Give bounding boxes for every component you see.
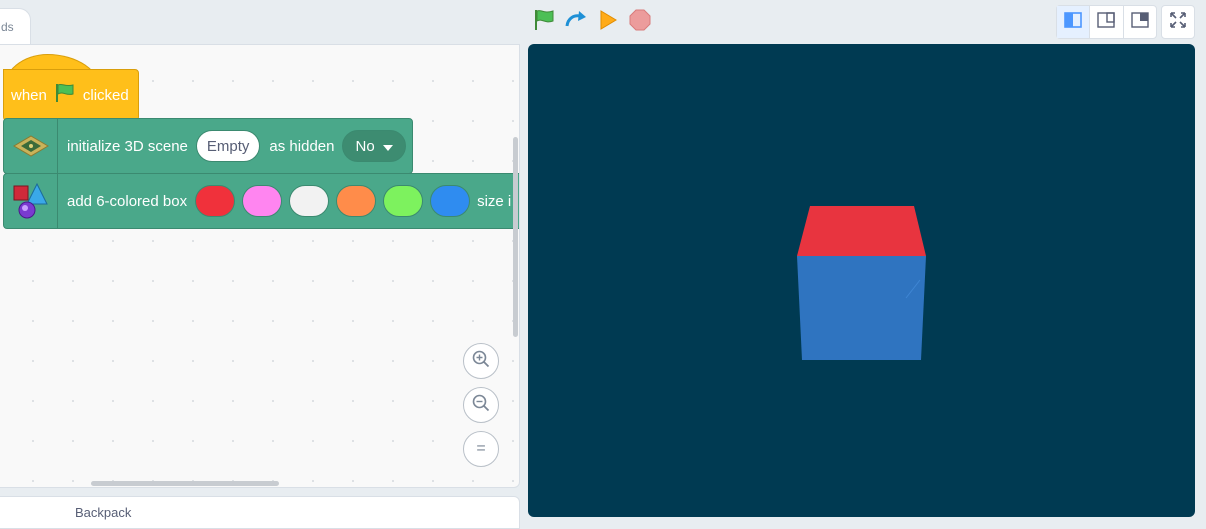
editor-tab[interactable]: ds (0, 8, 31, 45)
fullscreen-button[interactable] (1161, 5, 1195, 39)
face-color-4-picker[interactable] (336, 185, 377, 217)
face-color-1-picker[interactable] (195, 185, 236, 217)
turbo-button[interactable] (564, 10, 588, 34)
code-workspace[interactable]: when clicked initialize 3D scene Empty a… (0, 44, 520, 488)
stop-octagon-icon (629, 9, 651, 36)
green-flag-icon (54, 82, 76, 108)
cube-top-face (797, 206, 926, 256)
small-stage-button[interactable] (1057, 6, 1091, 38)
size-label: size i (477, 192, 512, 210)
large-stage-button[interactable] (1124, 6, 1156, 38)
backpack-label: Backpack (75, 505, 132, 520)
initialize-scene-label: initialize 3D scene (67, 137, 188, 155)
zoom-out-icon (472, 394, 490, 417)
zoom-reset-icon: = (476, 440, 486, 457)
clicked-label: clicked (82, 86, 129, 104)
normal-stage-button[interactable] (1090, 6, 1124, 38)
run-button[interactable] (596, 9, 620, 36)
zoom-out-button[interactable] (463, 387, 499, 423)
face-color-2-picker[interactable] (242, 185, 283, 217)
stage-layout-toggle (1056, 5, 1157, 39)
stage-canvas[interactable] (528, 44, 1195, 517)
green-flag-icon (532, 8, 556, 37)
face-color-3-picker[interactable] (289, 185, 330, 217)
backpack-panel[interactable]: Backpack (0, 496, 520, 529)
green-flag-button[interactable] (532, 8, 556, 37)
zoom-in-button[interactable] (463, 343, 499, 379)
when-label: when (11, 86, 47, 104)
shapes-extension-icon (4, 174, 58, 228)
caret-down-icon (382, 138, 393, 155)
large-stage-layout-icon (1131, 11, 1149, 33)
scene-name-input[interactable]: Empty (195, 130, 261, 162)
editor-tab-label: ds (1, 20, 14, 34)
cube-front-face (797, 256, 926, 360)
hidden-dropdown[interactable]: No (342, 130, 406, 162)
small-stage-layout-icon (1064, 11, 1082, 33)
add-box-label: add 6-colored box (67, 192, 188, 210)
play-triangle-icon (597, 9, 619, 36)
3d-cube-render (797, 206, 926, 360)
as-hidden-label: as hidden (269, 137, 335, 155)
when-flag-clicked-content: when clicked (3, 69, 139, 121)
face-color-5-picker[interactable] (383, 185, 424, 217)
workspace-vertical-scrollbar[interactable] (513, 137, 518, 337)
scene-extension-icon (4, 119, 58, 173)
turbo-arrow-icon (564, 8, 588, 37)
zoom-in-icon (472, 350, 490, 373)
fullscreen-icon (1170, 11, 1186, 33)
zoom-reset-button[interactable]: = (463, 431, 499, 467)
hidden-dropdown-value: No (355, 137, 375, 155)
face-color-6-picker[interactable] (430, 185, 471, 217)
workspace-horizontal-scrollbar[interactable] (91, 481, 279, 486)
add-6-colored-box-block[interactable]: add 6-colored box size i (3, 173, 519, 229)
initialize-3d-scene-block[interactable]: initialize 3D scene Empty as hidden No (3, 118, 413, 174)
stop-button[interactable] (628, 9, 652, 36)
normal-stage-layout-icon (1097, 11, 1116, 33)
